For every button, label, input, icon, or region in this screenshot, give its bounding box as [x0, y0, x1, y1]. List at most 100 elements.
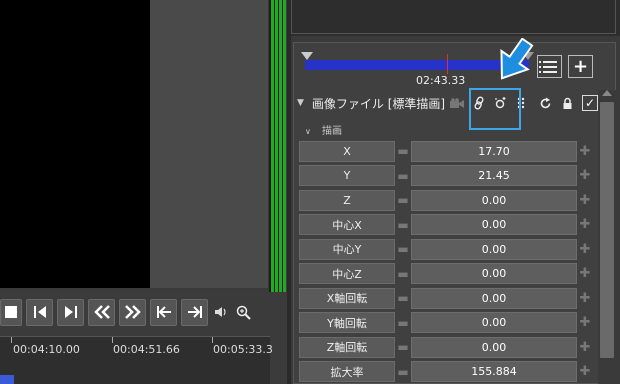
- decrement-button[interactable]: ▬: [397, 312, 409, 333]
- fast-forward-button[interactable]: [119, 298, 146, 326]
- timeline-clip[interactable]: [0, 375, 14, 384]
- param-row: Y軸回転 ▬ 0.00 ✚: [299, 311, 595, 336]
- level-bar: [283, 0, 286, 292]
- increment-button[interactable]: ✚: [579, 361, 591, 382]
- decrement-button[interactable]: ▬: [397, 263, 409, 284]
- increment-button[interactable]: ✚: [579, 141, 591, 162]
- decrement-button[interactable]: ▬: [397, 214, 409, 235]
- param-value-field[interactable]: 0.00: [411, 336, 577, 358]
- increment-button[interactable]: ✚: [579, 239, 591, 260]
- param-name-button[interactable]: 中心Z: [299, 263, 395, 285]
- param-value-field[interactable]: 0.00: [411, 238, 577, 260]
- decrement-button[interactable]: ▬: [397, 288, 409, 309]
- section-header[interactable]: ∨ 描画: [305, 122, 342, 137]
- preview-area: [0, 0, 268, 290]
- start-marker[interactable]: [301, 52, 313, 60]
- param-value-field[interactable]: 0.00: [411, 312, 577, 334]
- decrement-button[interactable]: ▬: [397, 190, 409, 211]
- increment-button[interactable]: ✚: [579, 165, 591, 186]
- param-row: Y ▬ 21.45 ✚: [299, 164, 595, 189]
- param-row: 中心Z ▬ 0.00 ✚: [299, 262, 595, 287]
- increment-button[interactable]: ✚: [579, 312, 591, 333]
- rewind-button[interactable]: [88, 298, 115, 326]
- param-row: 中心Y ▬ 0.00 ✚: [299, 237, 595, 262]
- collapse-caret-icon[interactable]: ∨: [305, 127, 311, 136]
- param-name-button[interactable]: Y軸回転: [299, 312, 395, 334]
- pointer-arrow-icon: [500, 38, 534, 80]
- camera-button[interactable]: [446, 94, 468, 112]
- ruler-time-label: 00:04:10.00: [13, 343, 80, 356]
- decrement-button[interactable]: ▬: [397, 141, 409, 162]
- param-value-field[interactable]: 17.70: [411, 140, 577, 162]
- level-bar: [275, 0, 278, 292]
- jump-to-end-button[interactable]: [181, 298, 208, 326]
- increment-button[interactable]: ✚: [579, 337, 591, 358]
- loop-button[interactable]: [534, 94, 556, 112]
- object-title: 画像ファイル [標準描画]: [311, 96, 446, 111]
- increment-button[interactable]: ✚: [579, 263, 591, 284]
- param-name-button[interactable]: 拡大率: [299, 361, 395, 383]
- timeline-ruler[interactable]: 00:04:10.00 00:04:51.66 00:05:33.3: [0, 336, 273, 384]
- zoom-button[interactable]: [234, 302, 252, 322]
- param-value-field[interactable]: 0.00: [411, 287, 577, 309]
- param-name-button[interactable]: Y: [299, 165, 395, 187]
- param-value-field[interactable]: 0.00: [411, 189, 577, 211]
- collapse-caret-icon[interactable]: ▼: [297, 98, 304, 108]
- lock-button[interactable]: [556, 94, 578, 112]
- param-name-button[interactable]: 中心Y: [299, 238, 395, 260]
- speaker-icon: [215, 307, 226, 317]
- lock-icon: [563, 97, 571, 109]
- param-value-field[interactable]: 155.884: [411, 361, 577, 383]
- jump-to-start-button[interactable]: [150, 298, 177, 326]
- add-button[interactable]: +: [568, 55, 593, 78]
- arrow-to-end-icon: [187, 306, 202, 318]
- param-value-field[interactable]: 0.00: [411, 214, 577, 236]
- video-preview: [0, 0, 150, 288]
- magnifier-plus-icon: [236, 305, 251, 320]
- next-frame-button[interactable]: [57, 298, 84, 326]
- list-view-button[interactable]: [537, 55, 562, 78]
- param-row: X軸回転 ▬ 0.00 ✚: [299, 286, 595, 311]
- current-time-label: 02:43.33: [416, 74, 466, 87]
- param-name-button[interactable]: X: [299, 140, 395, 162]
- param-value-field[interactable]: 0.00: [411, 263, 577, 285]
- double-chevron-right-icon: [124, 305, 141, 319]
- decrement-button[interactable]: ▬: [397, 239, 409, 260]
- param-name-button[interactable]: X軸回転: [299, 287, 395, 309]
- refresh-icon: [540, 97, 550, 108]
- param-name-button[interactable]: Z: [299, 189, 395, 211]
- param-value-field[interactable]: 21.45: [411, 165, 577, 187]
- param-row: 中心X ▬ 0.00 ✚: [299, 213, 595, 238]
- increment-button[interactable]: ✚: [579, 288, 591, 309]
- next-frame-icon: [64, 306, 77, 318]
- scroll-up-arrow-icon[interactable]: [602, 90, 612, 96]
- panel-header-frame: [291, 0, 616, 34]
- increment-button[interactable]: ✚: [579, 190, 591, 211]
- playhead-line: [447, 54, 448, 74]
- preview-background: [150, 0, 268, 288]
- scroll-thumb[interactable]: [600, 102, 614, 358]
- decrement-button[interactable]: ▬: [397, 361, 409, 382]
- increment-button[interactable]: ✚: [579, 214, 591, 235]
- plus-icon: +: [572, 56, 589, 77]
- volume-button[interactable]: [212, 302, 230, 322]
- param-row: X ▬ 17.70 ✚: [299, 139, 595, 164]
- enable-checkbox[interactable]: ✓: [582, 95, 598, 111]
- audio-level-meter: [269, 0, 286, 292]
- stop-button[interactable]: [0, 298, 22, 326]
- level-bar: [279, 0, 282, 292]
- param-name-button[interactable]: 中心X: [299, 214, 395, 236]
- arrow-to-start-icon: [156, 306, 171, 318]
- transport-controls: [0, 296, 286, 328]
- stop-icon: [5, 306, 17, 318]
- camera-icon: [450, 97, 464, 108]
- ruler-time-label: 00:04:51.66: [113, 343, 180, 356]
- decrement-button[interactable]: ▬: [397, 337, 409, 358]
- decrement-button[interactable]: ▬: [397, 165, 409, 186]
- prev-frame-icon: [33, 306, 46, 318]
- vertical-scrollbar[interactable]: [598, 90, 616, 384]
- param-name-button[interactable]: Z軸回転: [299, 336, 395, 358]
- ruler-tick: [11, 337, 12, 343]
- previous-frame-button[interactable]: [26, 298, 53, 326]
- checkmark-icon: ✓: [584, 96, 596, 110]
